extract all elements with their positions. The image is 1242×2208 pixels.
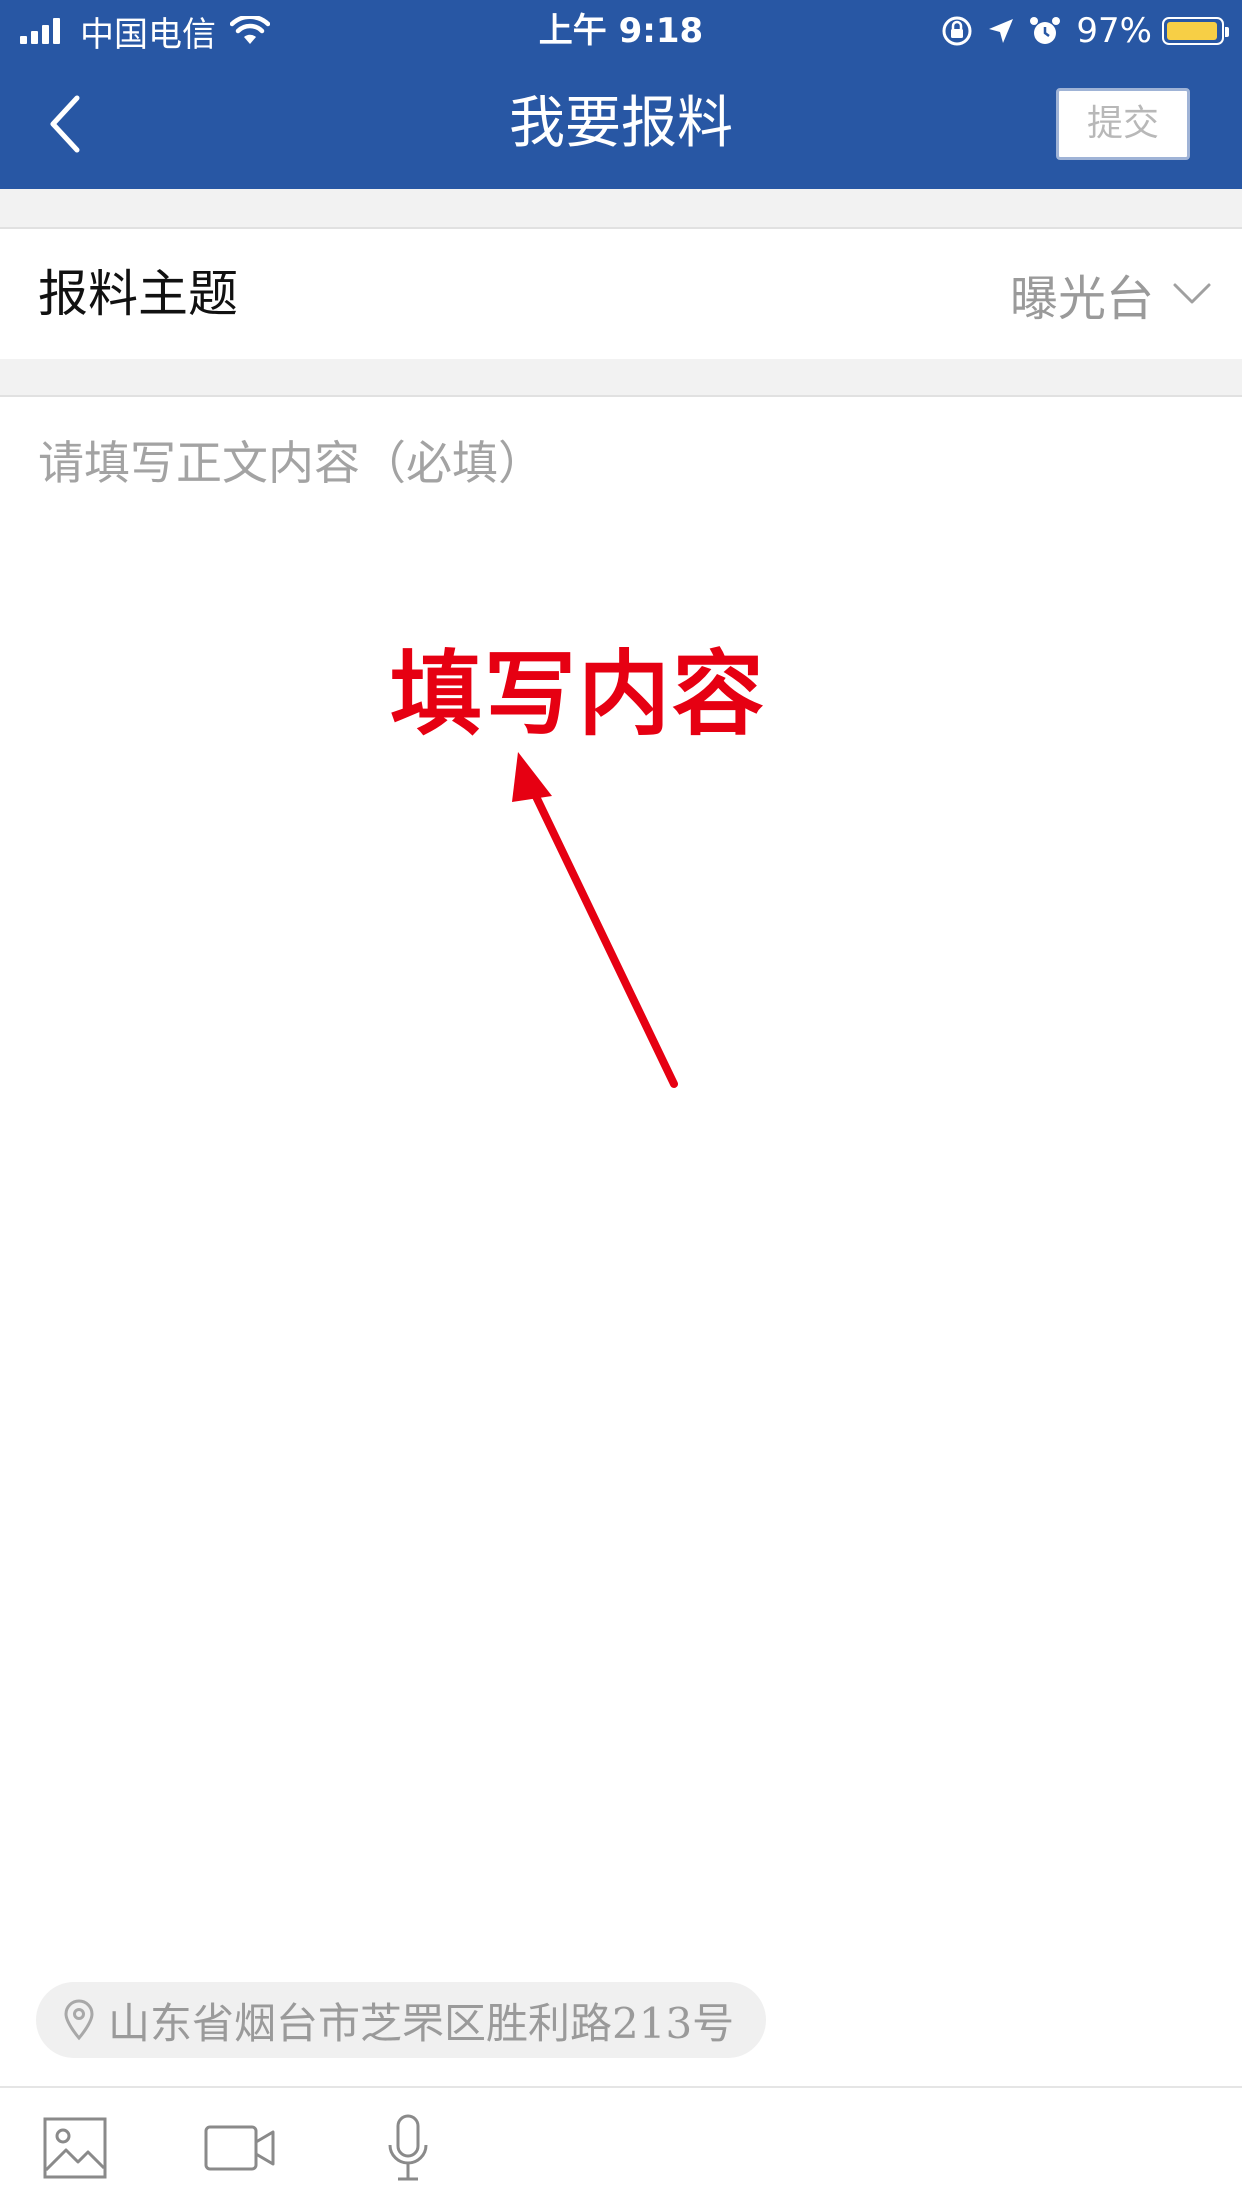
topic-value: 曝光台	[1009, 271, 1154, 327]
status-bar: 中国电信 上午 9:18 97%	[0, 0, 1242, 62]
battery-icon	[1162, 17, 1229, 45]
battery-cap	[1225, 27, 1229, 37]
section-divider	[0, 189, 1242, 229]
location-text: 山东省烟台市芝罘区胜利路213号	[108, 1998, 735, 2048]
nav-bar: 我要报料 提交	[0, 62, 1242, 189]
topic-row: 报料主题 曝光台	[0, 229, 1242, 359]
location-pin-icon	[64, 1999, 94, 2041]
submit-button[interactable]: 提交	[1056, 88, 1190, 160]
location-tag[interactable]: 山东省烟台市芝罘区胜利路213号	[36, 1982, 767, 2058]
battery-percent: 97%	[1076, 11, 1152, 51]
header: 中国电信 上午 9:18 97% 我要报料 提交	[0, 0, 1242, 189]
topic-label: 报料主题	[38, 265, 238, 323]
status-right: 97%	[928, 8, 1229, 54]
report-page: 中国电信 上午 9:18 97% 我要报料 提交 报料主题 曝光台 请填写正文内…	[0, 0, 1242, 2208]
alarm-icon	[1028, 14, 1062, 48]
section-divider	[0, 359, 1242, 397]
topic-dropdown[interactable]: 曝光台	[1010, 254, 1212, 334]
add-audio-button[interactable]	[378, 2108, 438, 2188]
location-icon	[986, 16, 1016, 46]
add-image-button[interactable]	[40, 2108, 110, 2188]
annotation-arrow	[512, 752, 678, 1088]
battery-fill	[1167, 22, 1217, 40]
add-video-button[interactable]	[200, 2108, 280, 2188]
orientation-lock-icon	[940, 14, 974, 48]
chevron-down-icon	[1173, 283, 1211, 304]
annotation-label: 填写内容	[390, 640, 767, 748]
microphone-icon	[388, 2114, 428, 2181]
media-toolbar	[0, 2086, 1242, 2208]
video-camera-icon	[204, 2125, 275, 2171]
image-icon	[43, 2117, 107, 2179]
